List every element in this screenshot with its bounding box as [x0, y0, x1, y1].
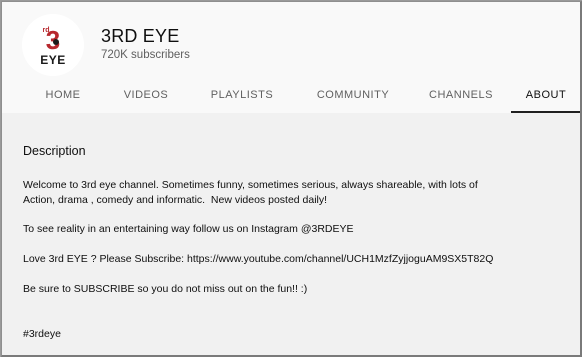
tab-playlists[interactable]: PLAYLISTS: [196, 80, 288, 111]
description-paragraph: Be sure to SUBSCRIBE so you do not miss …: [23, 283, 308, 295]
description-paragraph: To see reality in an entertaining way fo…: [23, 223, 354, 235]
description-heading: Description: [23, 144, 86, 158]
tab-home[interactable]: HOME: [24, 80, 102, 111]
channel-title: 3RD EYE: [101, 26, 180, 46]
channel-tabs: HOME VIDEOS PLAYLISTS COMMUNITY CHANNELS…: [2, 80, 580, 113]
tab-about[interactable]: ABOUT: [511, 80, 580, 113]
about-section: Description Welcome to 3rd eye channel. …: [2, 113, 580, 355]
tab-channels[interactable]: CHANNELS: [416, 80, 506, 111]
tab-videos[interactable]: VIDEOS: [104, 80, 188, 111]
description-hashtag[interactable]: #3rdeye: [23, 327, 568, 342]
channel-page: 3 rd EYE 3RD EYE 720K subscribers HOME V…: [1, 1, 582, 357]
avatar-logo-word: EYE: [40, 53, 66, 67]
svg-text:rd: rd: [43, 27, 50, 34]
description-paragraph: Welcome to 3rd eye channel. Sometimes fu…: [23, 179, 478, 206]
description-paragraph: Love 3rd EYE ? Please Subscribe: https:/…: [23, 253, 494, 265]
tab-community[interactable]: COMMUNITY: [298, 80, 408, 111]
channel-avatar[interactable]: 3 rd EYE: [22, 14, 84, 76]
channel-logo-icon: 3 rd EYE: [22, 14, 84, 76]
channel-header: 3 rd EYE 3RD EYE 720K subscribers HOME V…: [2, 2, 580, 113]
subscriber-count: 720K subscribers: [101, 49, 190, 61]
